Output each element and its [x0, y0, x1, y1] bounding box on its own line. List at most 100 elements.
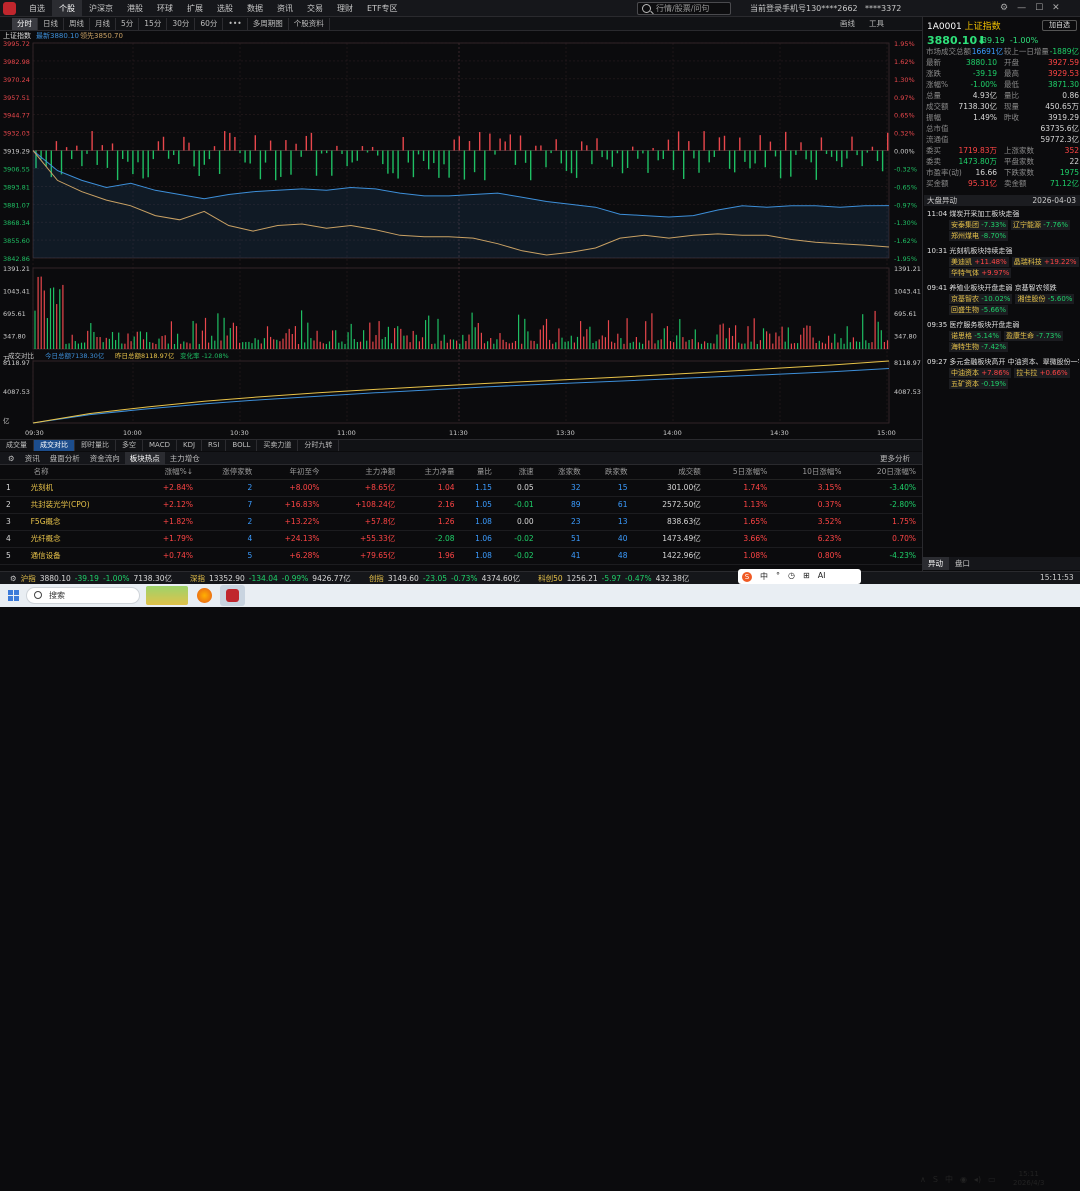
- column-header[interactable]: 涨家数: [539, 465, 587, 480]
- menu-item-1[interactable]: 个股: [52, 0, 82, 17]
- volume-icon[interactable]: ◂): [974, 1175, 981, 1184]
- indicator-tab-0[interactable]: 成交量: [0, 440, 34, 451]
- indicator-tab-5[interactable]: KDJ: [177, 440, 203, 451]
- period-tab-8[interactable]: •••: [223, 17, 248, 30]
- column-header[interactable]: 主力净量: [401, 465, 461, 480]
- column-header[interactable]: [0, 465, 28, 480]
- menu-item-0[interactable]: 自选: [22, 0, 52, 17]
- tray-chevron-icon[interactable]: ∧: [920, 1175, 926, 1184]
- event-stock[interactable]: 中油资本 +7.86%: [949, 368, 1012, 378]
- event-stock[interactable]: 海特生物 -7.42%: [949, 342, 1008, 352]
- event-stock[interactable]: 回盛生物 -5.66%: [949, 305, 1008, 315]
- event-item[interactable]: 09:35 医疗服务板块开盘走弱: [927, 320, 1079, 330]
- battery-icon[interactable]: ▭: [988, 1175, 996, 1184]
- event-stock[interactable]: 盈康生命 -7.73%: [1004, 331, 1063, 341]
- column-header[interactable]: 量比: [460, 465, 498, 480]
- menu-item-11[interactable]: ETF专区: [360, 0, 405, 17]
- period-tab-0[interactable]: 分时: [12, 17, 38, 30]
- menu-item-9[interactable]: 交易: [300, 0, 330, 17]
- ime-button-3[interactable]: ⊞: [803, 571, 810, 582]
- menu-item-6[interactable]: 选股: [210, 0, 240, 17]
- minimize-button[interactable]: —: [1017, 0, 1026, 17]
- ime-button-0[interactable]: 中: [760, 571, 768, 582]
- user-account[interactable]: ****3372: [865, 0, 901, 17]
- indicator-tab-1[interactable]: 成交对比: [34, 440, 75, 451]
- column-header[interactable]: 跌家数: [586, 465, 634, 480]
- indicator-tab-8[interactable]: 买卖力道: [257, 440, 299, 451]
- firefox-icon[interactable]: [197, 588, 212, 603]
- ime-button-1[interactable]: °: [776, 571, 780, 582]
- maximize-button[interactable]: ☐: [1035, 0, 1043, 17]
- event-item[interactable]: 09:27 多元金融板块高开 中油资本、翠微股份一字: [927, 357, 1079, 367]
- column-header[interactable]: 涨停家数: [199, 465, 259, 480]
- network-icon[interactable]: ◉: [960, 1175, 967, 1184]
- draw-line-button[interactable]: 画线: [840, 17, 855, 31]
- menu-item-5[interactable]: 扩展: [180, 0, 210, 17]
- event-stock[interactable]: 安泰集团 -7.33%: [949, 220, 1008, 230]
- event-stock[interactable]: 五矿资本 -0.19%: [949, 379, 1008, 389]
- period-tab-4[interactable]: 5分: [116, 17, 140, 30]
- event-stock[interactable]: 湘佳股份 -5.60%: [1015, 294, 1075, 304]
- indicator-tab-6[interactable]: RSI: [202, 440, 227, 451]
- table-row[interactable]: 4 光纤概念 +1.79% 4 +24.13% +55.33亿 -2.08 1.06 -0.02…: [0, 530, 922, 548]
- period-tab-5[interactable]: 15分: [139, 17, 168, 30]
- column-header[interactable]: 10日涨幅%: [773, 465, 848, 480]
- taskbar-clock[interactable]: 15:11 2026/4/3: [1013, 1170, 1044, 1188]
- analysis-tab-0[interactable]: 资讯: [20, 452, 45, 465]
- column-header[interactable]: 成交额: [633, 465, 707, 480]
- menu-item-3[interactable]: 港股: [120, 0, 150, 17]
- more-analysis-button[interactable]: 更多分析: [880, 453, 910, 464]
- event-stock[interactable]: 京基智农 -10.02%: [949, 294, 1013, 304]
- column-header[interactable]: 涨速: [497, 465, 540, 480]
- period-tab-7[interactable]: 60分: [195, 17, 224, 30]
- table-row[interactable]: 5 通信设备 +0.74% 5 +6.28% +79.65亿 1.96 1.08 -0.02 41…: [0, 547, 922, 565]
- settings-icon[interactable]: ⚙: [10, 572, 17, 585]
- sogou-icon[interactable]: S: [933, 1175, 938, 1184]
- tools-button[interactable]: 工具: [869, 17, 884, 31]
- column-header[interactable]: 主力净额: [325, 465, 402, 480]
- start-icon[interactable]: [8, 590, 19, 601]
- settings-icon[interactable]: ⚙: [1000, 0, 1008, 17]
- close-button[interactable]: ✕: [1052, 0, 1060, 17]
- weather-widget-icon[interactable]: [146, 586, 188, 605]
- panel-tab-1[interactable]: 盘口: [949, 557, 976, 570]
- period-tab-10[interactable]: 个股资料: [289, 17, 330, 30]
- event-item[interactable]: 09:41 养殖业板块开盘走弱 京基智农领跌: [927, 283, 1079, 293]
- indicator-tab-2[interactable]: 即时量比: [75, 440, 116, 451]
- lang-indicator[interactable]: 中: [945, 1174, 953, 1185]
- column-header[interactable]: 5日涨幅%: [706, 465, 774, 480]
- event-stock[interactable]: 拉卡拉 +0.66%: [1014, 368, 1070, 378]
- period-tab-9[interactable]: 多周期图: [248, 17, 289, 30]
- ime-button-4[interactable]: AI: [818, 571, 826, 582]
- menu-item-7[interactable]: 数据: [240, 0, 270, 17]
- indicator-tab-3[interactable]: 多空: [116, 440, 143, 451]
- menu-item-8[interactable]: 资讯: [270, 0, 300, 17]
- indicator-tab-4[interactable]: MACD: [143, 440, 177, 451]
- add-watchlist-button[interactable]: 加自选: [1042, 20, 1077, 31]
- analysis-tab-3[interactable]: 板块热点: [124, 451, 165, 465]
- app-taskbar-button[interactable]: [220, 585, 245, 606]
- event-item[interactable]: 10:31 光刻机板块持续走强: [927, 246, 1079, 256]
- menu-item-4[interactable]: 环球: [150, 0, 180, 17]
- analysis-tab-1[interactable]: 盘面分析: [45, 452, 85, 465]
- menu-item-2[interactable]: 沪深京: [82, 0, 120, 17]
- event-stock[interactable]: 郑州煤电 -8.70%: [949, 231, 1008, 241]
- period-tab-1[interactable]: 日线: [38, 17, 64, 30]
- event-stock[interactable]: 美迪凯 +11.48%: [949, 257, 1009, 267]
- event-stock[interactable]: 辽宁能源 -7.76%: [1011, 220, 1070, 230]
- event-stock[interactable]: 华特气体 +9.97%: [949, 268, 1012, 278]
- indicator-tab-9[interactable]: 分时九转: [298, 440, 340, 451]
- period-tab-3[interactable]: 月线: [90, 17, 116, 30]
- column-header[interactable]: 年初至今: [258, 465, 326, 480]
- ime-toolbar[interactable]: S 中 ° ◷ ⊞ AI: [738, 569, 861, 584]
- indicator-tab-7[interactable]: BOLL: [226, 440, 258, 451]
- table-row[interactable]: 3 F5G概念 +1.82% 2 +13.22% +57.8亿 1.26 1.08 0.00 23…: [0, 513, 922, 531]
- event-item[interactable]: 11:04 煤炭开采加工板块走强: [927, 209, 1079, 219]
- analysis-tab-4[interactable]: 主力增仓: [165, 452, 205, 465]
- intraday-chart[interactable]: 上证指数 最新3880.10 领先3850.70 3995.72 1.95% 3982.9…: [0, 31, 922, 451]
- search-input[interactable]: 行情/股票/问句: [637, 2, 731, 15]
- column-header[interactable]: 名称: [27, 465, 140, 480]
- event-stock[interactable]: 晶瑞科技 +19.22%: [1011, 257, 1079, 267]
- panel-tab-0[interactable]: 异动: [922, 557, 949, 570]
- menu-item-10[interactable]: 理财: [330, 0, 360, 17]
